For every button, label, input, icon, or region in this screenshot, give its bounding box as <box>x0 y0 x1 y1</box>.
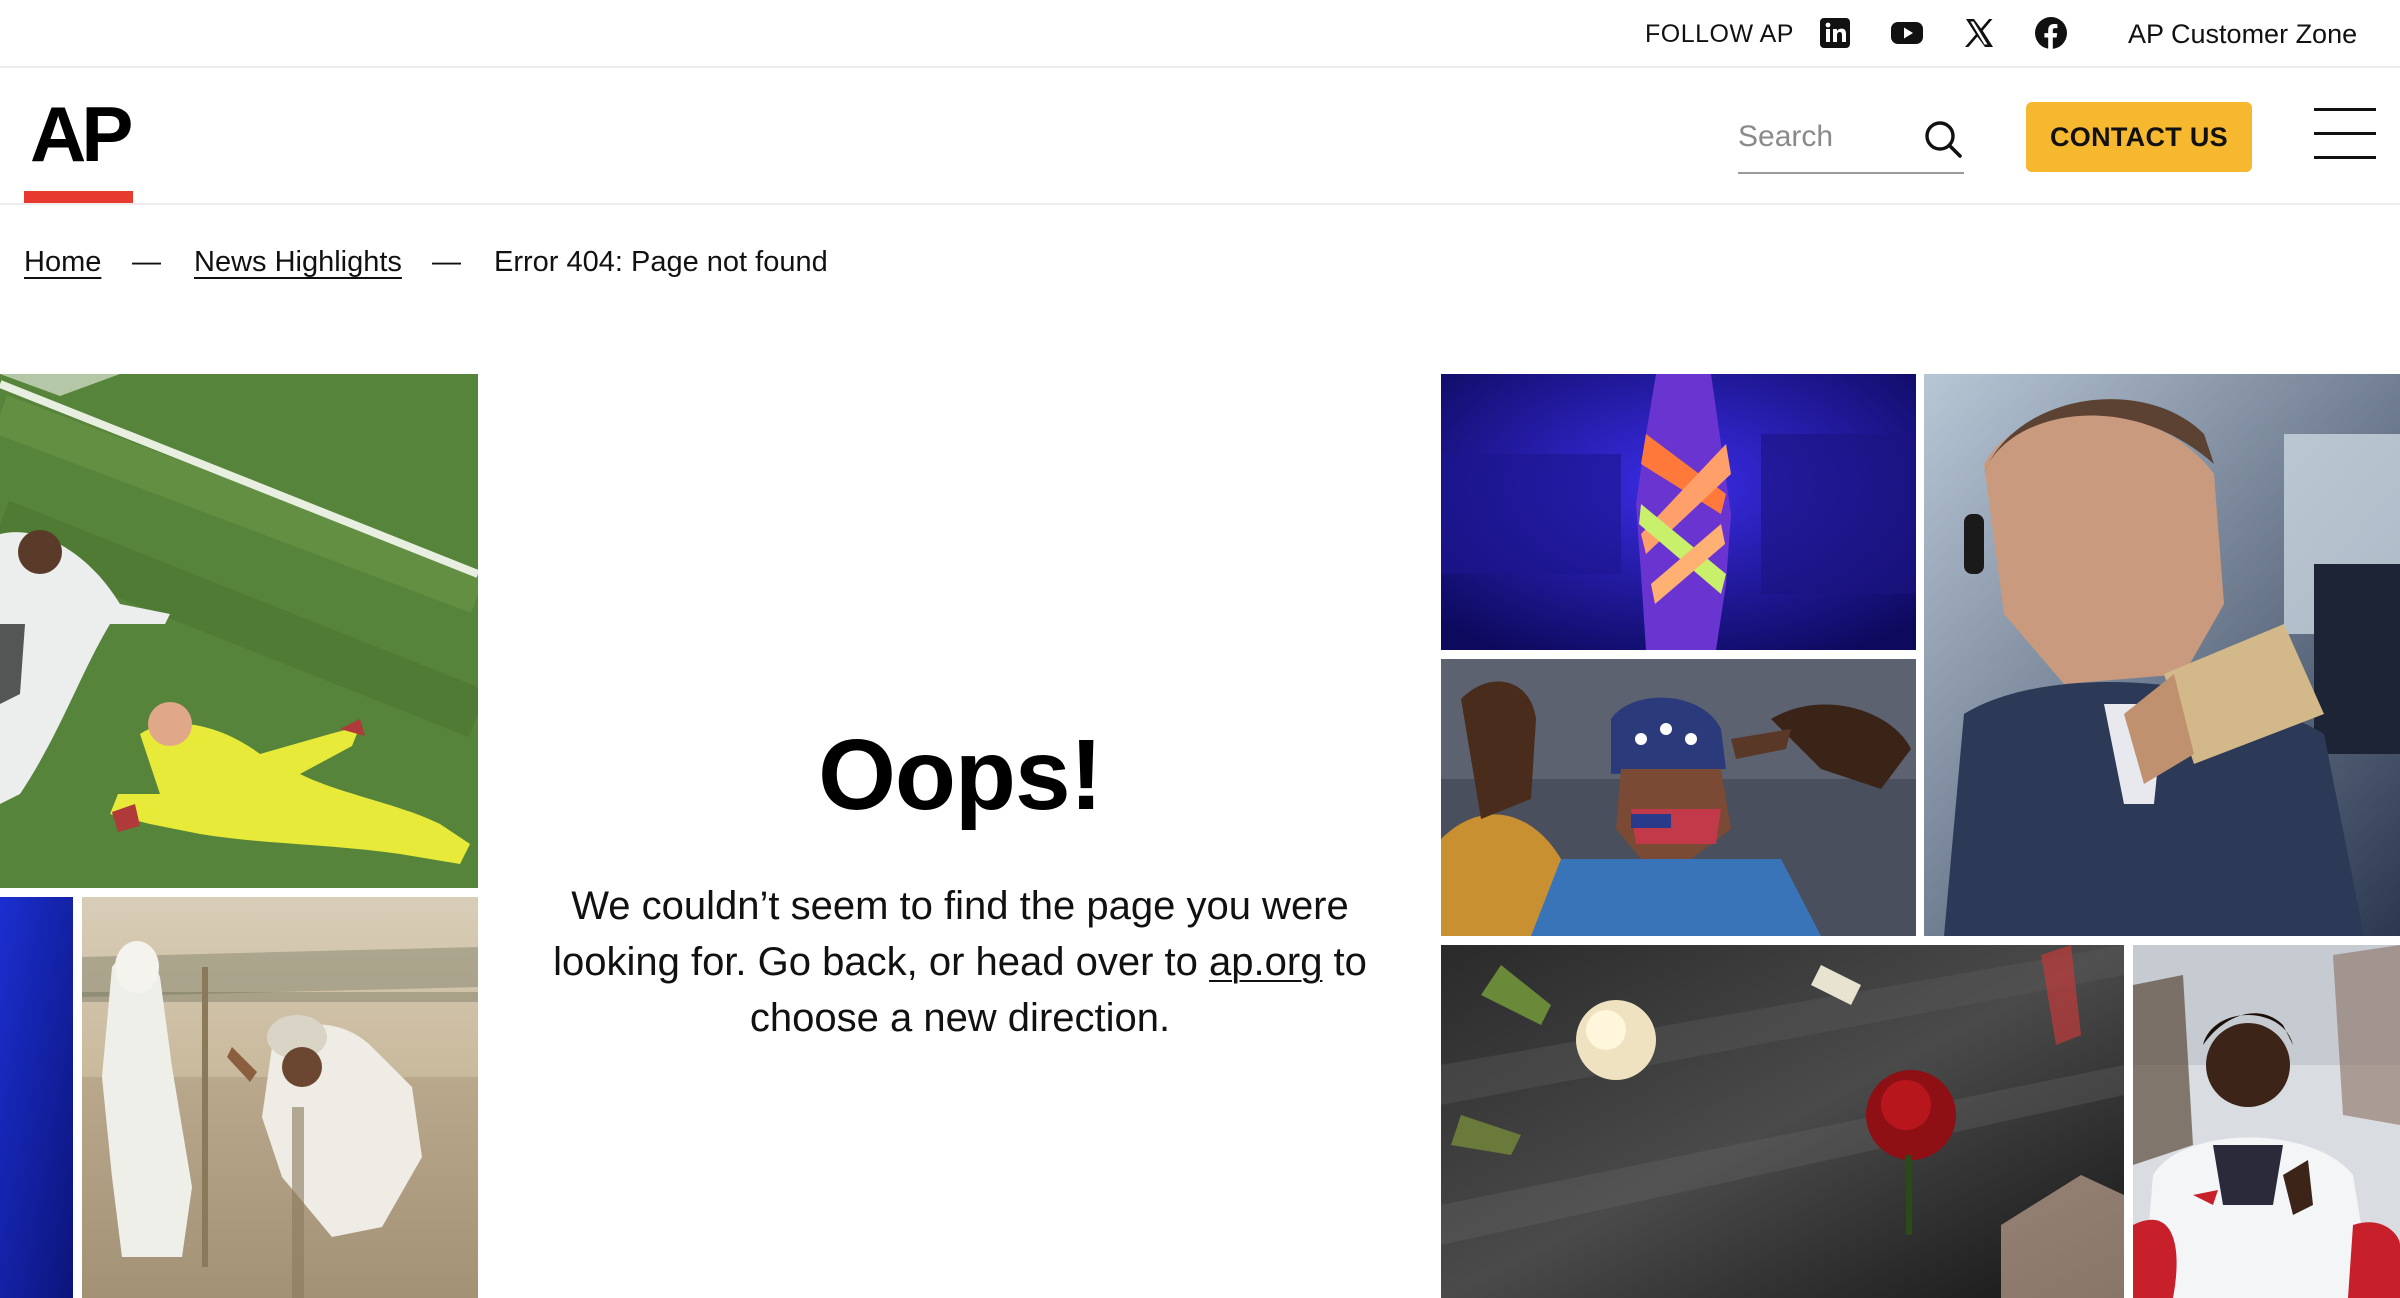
photo-fashion-runway <box>1441 374 1916 650</box>
photo-stock-trader <box>1924 374 2400 936</box>
photo-river-prayer <box>82 897 478 1298</box>
search-box <box>1738 108 1964 174</box>
photo-blue-strip <box>0 897 73 1298</box>
error-message-text: We couldn’t seem to find the page you we… <box>540 878 1380 1046</box>
error-heading: Oops! <box>818 719 1103 831</box>
search-icon <box>1925 121 1962 158</box>
logo-text: AP <box>30 90 133 178</box>
breadcrumb-separator: — <box>132 246 161 278</box>
search-input[interactable] <box>1738 108 1908 166</box>
breadcrumb-current-page: Error 404: Page not found <box>494 246 828 278</box>
ap-org-link[interactable]: ap.org <box>1209 940 1322 984</box>
contact-us-button[interactable]: CONTACT US <box>2026 102 2252 172</box>
error-message-block: Oops! We couldn’t seem to find the page … <box>540 720 1380 1046</box>
menu-hamburger-icon[interactable] <box>2314 108 2376 160</box>
breadcrumb-news-highlights-link[interactable]: News Highlights <box>194 246 402 279</box>
follow-ap-label: FOLLOW AP <box>1645 20 1794 48</box>
photo-soccer-goalkeeper <box>0 374 478 888</box>
customer-zone-link[interactable]: AP Customer Zone <box>2128 19 2357 50</box>
facebook-icon[interactable] <box>2034 16 2068 50</box>
search-button[interactable] <box>1922 118 1964 160</box>
breadcrumb-home-link[interactable]: Home <box>24 246 101 279</box>
photo-memorial-rose <box>1441 945 2124 1298</box>
photo-gymnast <box>2133 945 2400 1298</box>
main-header: AP CONTACT US <box>0 70 2400 205</box>
ap-logo[interactable]: AP <box>24 95 134 205</box>
youtube-icon[interactable] <box>1890 16 1924 50</box>
linkedin-icon[interactable] <box>1818 16 1852 50</box>
photo-protest-crowd <box>1441 659 1916 936</box>
x-icon[interactable] <box>1962 16 1996 50</box>
top-utility-bar: FOLLOW AP AP Customer Zone <box>0 0 2400 68</box>
logo-accent-bar <box>24 191 133 203</box>
breadcrumb-separator: — <box>432 246 461 278</box>
